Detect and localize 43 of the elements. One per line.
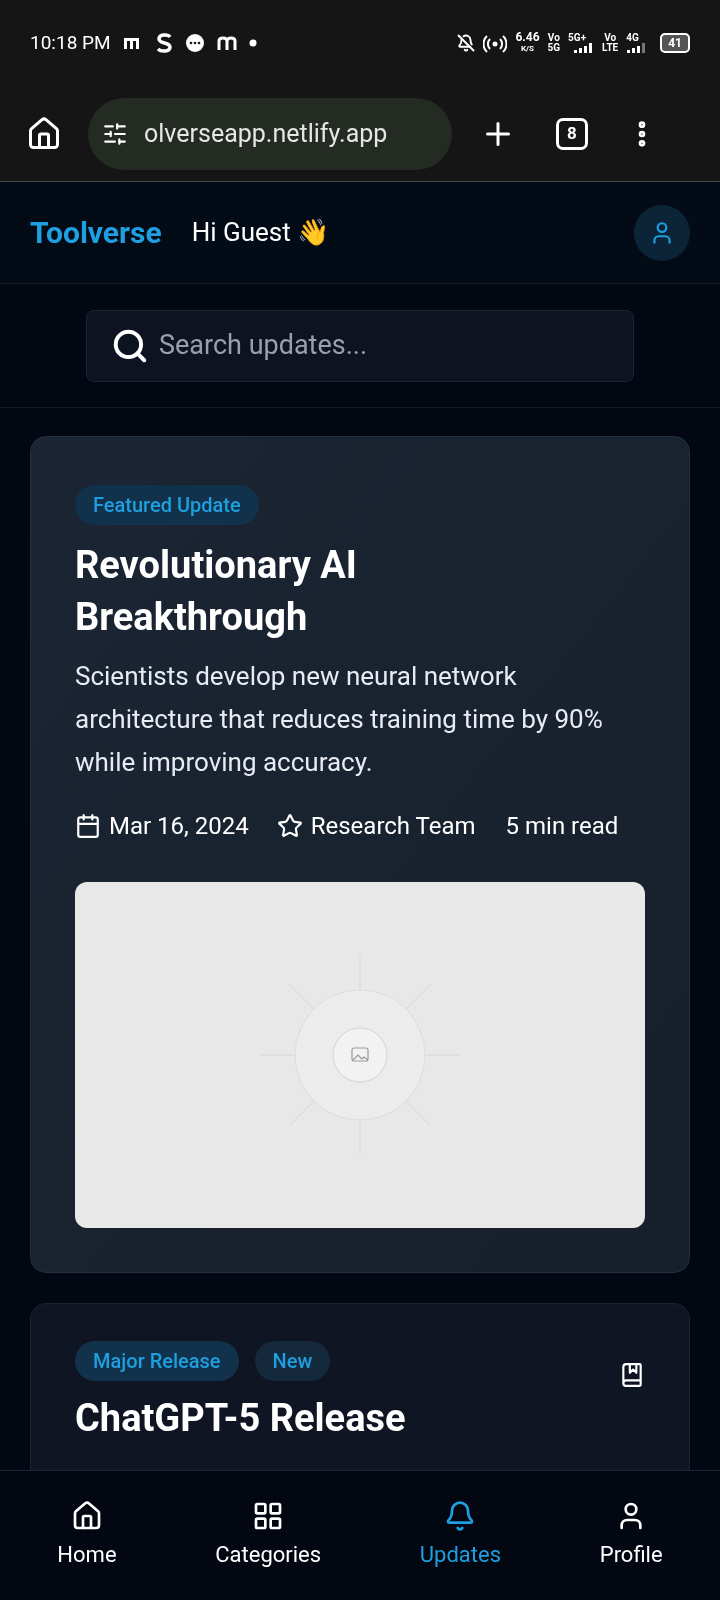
card-title: ChatGPT-5 Release bbox=[75, 1395, 407, 1442]
greeting: Hi Guest 👋 bbox=[191, 216, 330, 249]
card-summary: Scientists develop new neural network architecture that reduces training time by 90% while improving accuracy. bbox=[75, 660, 604, 779]
nav-tab[interactable]: Profile bbox=[599, 1500, 663, 1571]
read-time: 5 min read bbox=[505, 811, 619, 842]
sim-label: Vo bbox=[547, 33, 560, 43]
nav-tab[interactable]: Categories bbox=[215, 1500, 322, 1571]
tab-count[interactable]: 8 bbox=[556, 117, 588, 150]
nav-tab[interactable]: Home bbox=[57, 1500, 117, 1571]
calendar-icon bbox=[75, 813, 101, 839]
network-type: 5G+ bbox=[568, 33, 588, 43]
home-icon[interactable] bbox=[26, 115, 62, 152]
star-icon bbox=[276, 813, 303, 839]
search-input[interactable]: Search updates... bbox=[159, 325, 609, 366]
hotspot-icon bbox=[483, 33, 508, 53]
nav-tab[interactable]: Updates bbox=[419, 1500, 502, 1571]
chat-bubble-icon bbox=[184, 33, 205, 53]
sim-label: Vo bbox=[604, 33, 617, 43]
brand-logo[interactable]: Toolverse bbox=[30, 210, 162, 255]
search-field[interactable]: Search updates... bbox=[86, 309, 634, 382]
network-type: 4G bbox=[626, 33, 640, 43]
dot-icon bbox=[248, 39, 257, 47]
tag: Featured Update bbox=[75, 485, 259, 525]
featured-card[interactable]: Featured Update Revolutionary AI Breakthrough Scientists develop new neural network architecture that reduces training time by 90% while improving accuracy. Mar 16, 2024 Research Team 5 min read bbox=[30, 436, 690, 1273]
card-title: Revolutionary AI Breakthrough bbox=[75, 542, 358, 641]
author: Research Team bbox=[310, 811, 476, 842]
speed-unit: K/S bbox=[520, 43, 534, 54]
address-bar[interactable]: olverseapp.netlify.app bbox=[88, 97, 452, 170]
tag: Major Release bbox=[75, 1341, 239, 1381]
battery-indicator: 41 bbox=[660, 33, 690, 53]
sim-label: LTE bbox=[602, 43, 619, 53]
update-card[interactable]: Major Release New ChatGPT-5 Release bbox=[30, 1303, 690, 1470]
bookmark-icon[interactable] bbox=[619, 1362, 645, 1388]
network-speed: 6.46 bbox=[515, 32, 540, 43]
tag: New bbox=[254, 1341, 331, 1381]
sim-label: 5G bbox=[547, 43, 561, 53]
app-notification-icon bbox=[216, 35, 237, 51]
bell-off-icon bbox=[457, 34, 476, 52]
app-notification-icon bbox=[154, 33, 173, 53]
date: Mar 16, 2024 bbox=[109, 811, 249, 842]
site-settings-icon[interactable] bbox=[102, 120, 128, 147]
clock: 10:18 PM bbox=[30, 29, 111, 56]
url-text: olverseapp.netlify.app bbox=[144, 117, 388, 150]
